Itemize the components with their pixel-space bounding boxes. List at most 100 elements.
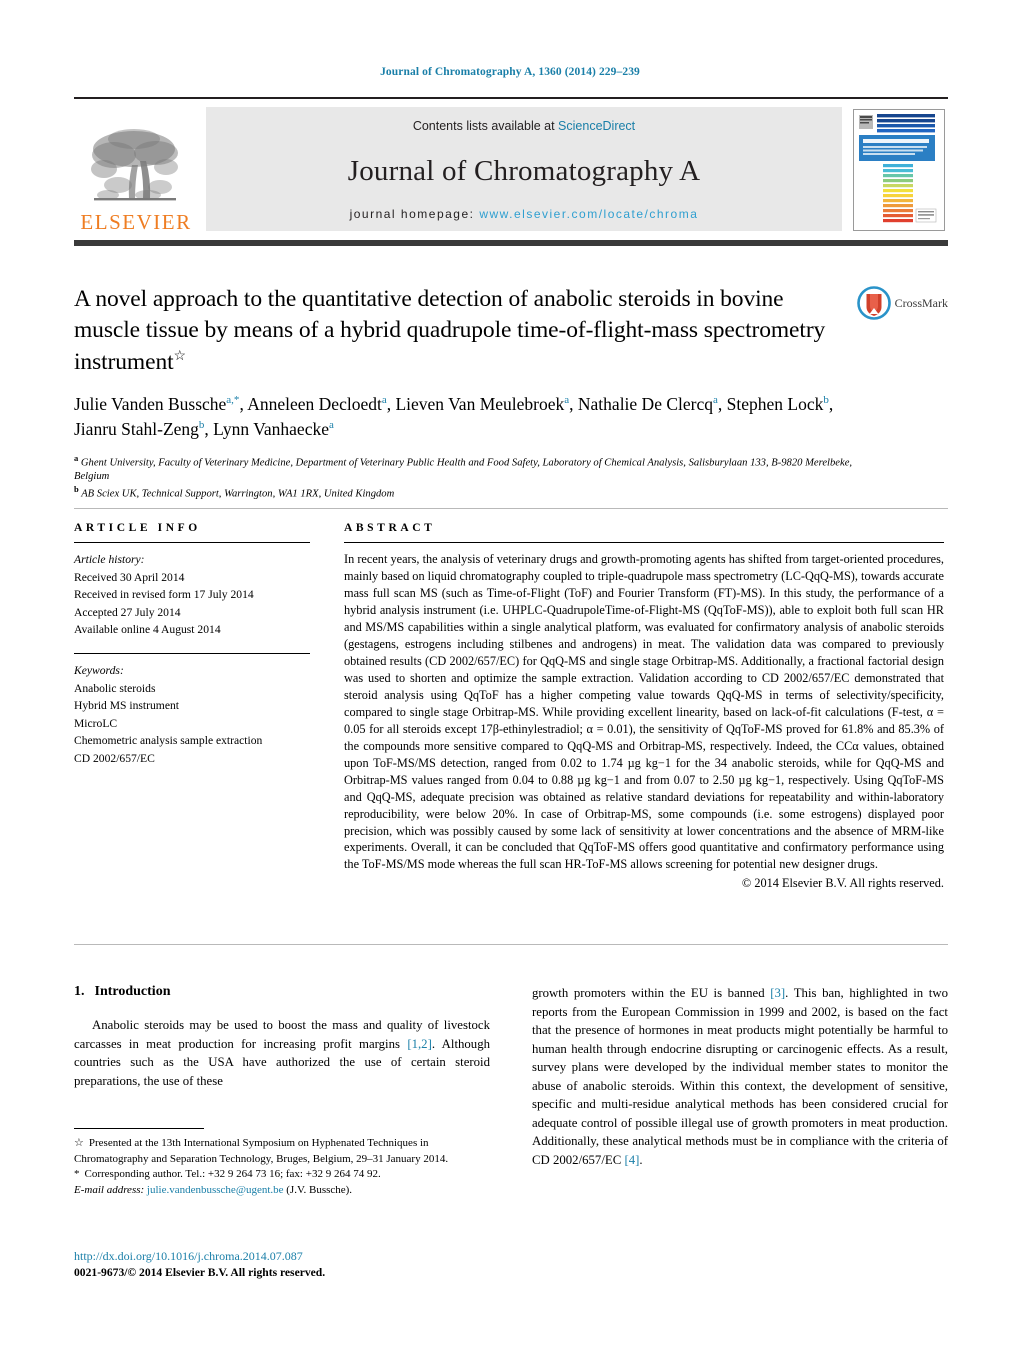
affiliation-item: b AB Sciex UK, Technical Support, Warrin… [74,484,864,502]
abstract-column: ABSTRACT In recent years, the analysis o… [344,522,948,891]
title-block: CrossMark A novel approach to the quanti… [74,284,948,501]
author-item[interactable]: Lieven Van Meulebroeka [395,394,569,414]
masthead-center-band: Contents lists available at ScienceDirec… [206,107,842,231]
author-list: Julie Vanden Busschea,*, Anneleen Decloe… [74,393,834,440]
contents-available-line: Contents lists available at ScienceDirec… [413,119,635,133]
elsevier-logo: ELSEVIER [74,103,198,237]
intro-paragraph-left: Anabolic steroids may be used to boost t… [74,1016,490,1090]
page-title: A novel approach to the quantitative det… [74,284,834,378]
section-title: Introduction [94,984,171,999]
citation-link[interactable]: [3] [770,986,785,1000]
masthead-bottom-rule [74,240,948,246]
title-footnote-marker: ☆ [173,348,187,364]
keywords-block: Keywords: Anabolic steroids Hybrid MS in… [74,662,344,768]
author-affiliation-mark: a [712,393,718,406]
footnote-star-text: Presented at the 13th International Symp… [74,1137,449,1165]
info-section-bottom-rule [74,944,948,945]
author-item[interactable]: Nathalie De Clercqa [578,394,718,414]
contents-prefix: Contents lists available at [412,119,559,133]
journal-cover-art [854,110,942,228]
author-name: Stephen Lock [726,393,824,414]
footnote-asterisk-marker: * [74,1168,80,1181]
affiliation-text: Ghent University, Faculty of Veterinary … [74,457,853,482]
affiliation-mark: b [74,483,79,494]
homepage-prefix: journal homepage: [349,207,480,221]
article-history-label: Article history: [74,553,145,566]
citation-link[interactable]: [1,2] [407,1037,432,1051]
affiliation-text: AB Sciex UK, Technical Support, Warringt… [81,488,395,500]
author-name: Jianru Stahl-Zeng [74,419,199,440]
journal-homepage-link[interactable]: www.elsevier.com/locate/chroma [479,207,698,221]
article-history-item: Available online 4 August 2014 [74,623,221,637]
footer-identifiers: http://dx.doi.org/10.1016/j.chroma.2014.… [74,1248,494,1281]
keyword-item: MicroLC [74,716,118,730]
sciencedirect-link[interactable]: ScienceDirect [558,119,635,133]
footnote-corresponding-text: Corresponding author. Tel.: +32 9 264 73… [84,1168,381,1181]
author-name: Anneleen Decloedt [247,393,382,414]
footnote-star-marker: ☆ [74,1137,84,1149]
affiliation-item: a Ghent University, Faculty of Veterinar… [74,453,864,484]
info-abstract-columns: ARTICLE INFO Article history: Received 3… [74,522,948,891]
section-number: 1. [74,984,85,999]
article-history-item: Received 30 April 2014 [74,570,185,584]
author-name: Lieven Van Meulebroek [395,393,565,414]
crossmark-badge[interactable]: CrossMark [856,286,948,320]
journal-masthead: ELSEVIER Contents lists available at Sci… [74,97,948,233]
abstract-heading: ABSTRACT [344,522,436,534]
article-history-item: Accepted 27 July 2014 [74,605,181,619]
footnote-block: ☆ Presented at the 13th International Sym… [74,1128,490,1198]
citation-link[interactable]: [4] [624,1153,639,1167]
body-column-right: growth promoters within the EU is banned… [532,984,948,1169]
intro-text-part-4: . This ban, highlighted in two reports f… [532,986,948,1167]
keyword-item: Anabolic steroids [74,681,156,695]
author-item[interactable]: Stephen Lockb [727,394,829,414]
article-info-column: ARTICLE INFO Article history: Received 3… [74,522,344,891]
intro-text-part-5: . [639,1152,643,1167]
footnote-email: E-mail address: julie.vandenbussche@ugen… [74,1183,490,1199]
issn-copyright-line: 0021-9673/© 2014 Elsevier B.V. All right… [74,1265,326,1279]
article-history-block: Article history: Received 30 April 2014 … [74,551,344,639]
email-owner: (J.V. Bussche). [286,1183,353,1196]
author-name: Julie Vanden Bussche [74,393,227,414]
elsevier-wordmark: ELSEVIER [80,210,192,234]
keyword-item: CD 2002/657/EC [74,752,155,766]
author-name: Nathalie De Clercq [577,393,713,414]
intro-text-part-3: growth promoters within the EU is banned [532,986,771,1000]
footnote-symposium: ☆ Presented at the 13th International Sym… [74,1136,490,1167]
author-affiliation-mark: a [564,393,570,406]
author-item[interactable]: Julie Vanden Busschea,* [74,394,239,414]
keyword-item: Chemometric analysis sample extraction [74,734,263,748]
email-address-label: E-mail address: [74,1183,145,1196]
author-item[interactable]: Anneleen Decloedta [247,394,386,414]
journal-title: Journal of Chromatography A [347,154,701,187]
footnote-corresponding-author: * Corresponding author. Tel.: +32 9 264 7… [74,1167,490,1183]
article-info-heading: ARTICLE INFO [74,522,201,534]
email-link[interactable]: julie.vandenbussche@ugent.be [147,1184,284,1196]
author-affiliation-mark: b [823,393,829,406]
article-history-item: Received in revised form 17 July 2014 [74,588,254,602]
author-affiliation-mark: a [328,419,334,432]
crossmark-label: CrossMark [894,295,948,310]
abstract-copyright: © 2014 Elsevier B.V. All rights reserved… [741,876,944,891]
info-section-top-rule [74,508,948,509]
crossmark-icon [856,286,891,320]
author-name: Lynn Vanhaecke [213,419,329,440]
abstract-rule [344,542,944,543]
intro-paragraph-right: growth promoters within the EU is banned… [532,984,948,1169]
author-affiliation-mark: a,* [226,393,240,406]
affiliation-list: a Ghent University, Faculty of Veterinar… [74,453,864,502]
author-item[interactable]: Lynn Vanhaeckea [213,419,334,439]
author-item[interactable]: Jianru Stahl-Zengb [74,419,204,439]
elsevier-tree-icon [91,129,178,201]
author-affiliation-mark: a [381,393,387,406]
keywords-rule [74,653,310,655]
journal-cover-thumbnail [853,109,945,231]
abstract-text: In recent years, the analysis of veterin… [344,552,944,872]
article-title-text: A novel approach to the quantitative det… [74,286,826,375]
running-head: Journal of Chromatography A, 1360 (2014)… [380,66,640,78]
journal-article-page: Journal of Chromatography A, 1360 (2014)… [0,0,1020,1351]
footnote-rule [74,1128,204,1129]
keyword-item: Hybrid MS instrument [74,699,179,713]
doi-link[interactable]: http://dx.doi.org/10.1016/j.chroma.2014.… [74,1248,494,1265]
